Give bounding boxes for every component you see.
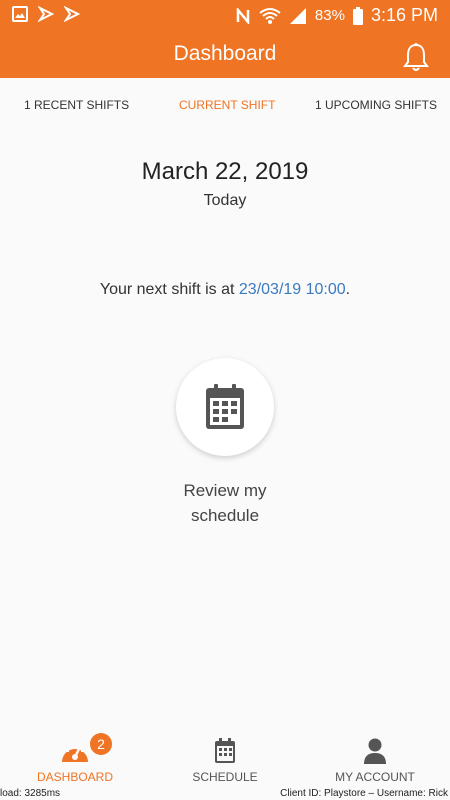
review-schedule-label[interactable]: Review my schedule: [0, 478, 450, 528]
load-time: load: 3285ms: [0, 788, 61, 799]
app-notification-icon: [64, 6, 80, 22]
battery-icon: [352, 6, 363, 25]
nav-my-account[interactable]: MY ACCOUNT: [300, 730, 450, 788]
person-icon: [364, 738, 386, 764]
review-line-1: Review my: [183, 481, 267, 500]
review-schedule-button[interactable]: [176, 358, 274, 456]
status-bar: 83% 3:16 PM: [0, 0, 450, 32]
app-notification-icon: [38, 6, 54, 22]
image-icon: [12, 6, 28, 22]
bottom-nav: 2 DASHBOARD SCHEDULE MY ACCOUNT: [0, 730, 450, 788]
next-shift-text: Your next shift is at 23/03/19 10:00.: [0, 281, 450, 299]
signal-icon: [289, 7, 306, 24]
footer-info: load: 3285ms Client ID: Playstore – User…: [0, 788, 450, 800]
nav-dashboard-label: DASHBOARD: [36, 770, 113, 784]
battery-percent: 83%: [314, 7, 345, 24]
tab-upcoming-shifts[interactable]: 1 UPCOMING SHIFTS: [315, 98, 437, 112]
tab-current-shift[interactable]: CURRENT SHIFT: [179, 98, 275, 112]
notification-icons: [12, 6, 80, 22]
next-shift-suffix: .: [345, 281, 351, 298]
nav-dashboard[interactable]: 2 DASHBOARD: [0, 730, 150, 788]
shift-tabs: 1 RECENT SHIFTS CURRENT SHIFT 1 UPCOMING…: [0, 78, 450, 130]
calendar-icon: [215, 738, 235, 763]
calendar-icon: [206, 384, 244, 429]
current-date: March 22, 2019: [141, 158, 309, 185]
next-shift-time[interactable]: 23/03/19 10:00: [239, 281, 346, 298]
speedometer-icon: [62, 743, 88, 762]
day-label: Today: [203, 192, 247, 209]
client-info: Client ID: Playstore – Username: Rick: [280, 788, 448, 799]
app-bar: Dashboard: [0, 32, 450, 78]
bell-icon[interactable]: [402, 42, 430, 72]
review-line-2: schedule: [190, 506, 260, 525]
nav-my-account-label: MY ACCOUNT: [335, 770, 415, 784]
next-shift-prefix: Your next shift is at: [99, 281, 239, 298]
clock: 3:16 PM: [370, 5, 438, 25]
notification-badge: 2: [90, 733, 112, 755]
wifi-icon: [259, 7, 281, 24]
nfc-icon: [236, 7, 250, 24]
nav-schedule[interactable]: SCHEDULE: [150, 730, 300, 788]
page-title: Dashboard: [173, 42, 277, 65]
nav-schedule-label: SCHEDULE: [192, 770, 258, 784]
tab-recent-shifts[interactable]: 1 RECENT SHIFTS: [24, 98, 129, 112]
